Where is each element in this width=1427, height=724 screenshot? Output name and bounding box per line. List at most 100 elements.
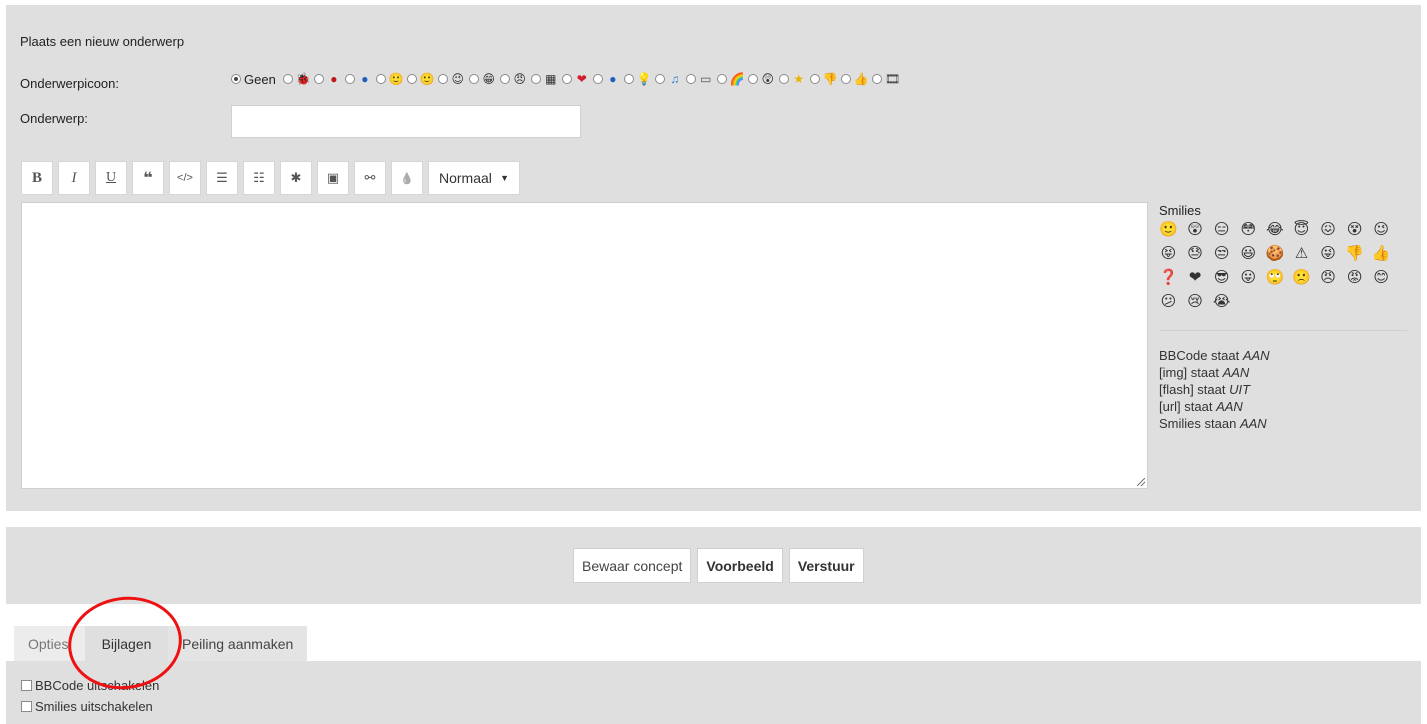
code-button[interactable]: </> [169,161,201,195]
color-button[interactable]: 💧 [391,161,423,195]
radio-button[interactable] [231,74,241,84]
radio-button[interactable] [592,74,603,84]
neutral-icon[interactable]: 😑 [1212,220,1231,239]
unamused-icon[interactable]: 😒 [1212,244,1231,263]
question-icon[interactable]: ❓ [1159,268,1178,287]
list-button[interactable]: ☰ [206,161,238,195]
topic-icon-option[interactable]: 😲 [747,72,775,86]
wink-icon[interactable]: 😉 [1372,220,1391,239]
radio-button[interactable] [685,74,696,84]
underline-button[interactable]: U [95,161,127,195]
grin-icon[interactable]: 😃 [1239,244,1258,263]
heart-icon[interactable]: ❤ [1186,268,1205,287]
radio-button[interactable] [778,74,789,84]
tab-attachments[interactable]: Bijlagen [85,626,168,661]
numbered-list-button[interactable]: ☷ [243,161,275,195]
blush-icon[interactable]: 😊 [1372,268,1391,287]
topic-icon-option[interactable]: 💡 [623,72,652,86]
radio-button[interactable] [344,74,355,84]
options-tabs: Opties Bijlagen Peiling aanmaken [14,626,308,661]
topic-icon-option[interactable]: 🌈 [716,72,745,86]
radio-button[interactable] [282,74,293,84]
submit-button[interactable]: Verstuur [788,548,864,583]
link-button[interactable]: ⚯ [354,161,386,195]
topic-icon-option[interactable]: ● [344,72,372,86]
radio-button[interactable] [499,74,510,84]
cool-icon[interactable]: 😎 [1212,268,1231,287]
save-draft-button[interactable]: Bewaar concept [573,548,692,583]
radio-button[interactable] [654,74,665,84]
font-size-select[interactable]: Normaal ▼ [428,161,520,195]
bold-button[interactable]: B [21,161,53,195]
topic-icon-option[interactable]: 😠 [499,72,527,86]
option-disable-smilies[interactable]: Smilies uitschakelen [21,699,153,714]
confounded-icon[interactable]: 😖 [1319,220,1338,239]
radio-button[interactable] [437,74,448,84]
surprised-icon[interactable]: 😲 [1186,220,1205,239]
warning-icon[interactable]: ⚠ [1292,244,1311,263]
topic-icon-option-none[interactable]: Geen [231,72,279,87]
confused-icon[interactable]: 😕 [1159,292,1178,311]
topic-icon-option[interactable]: ▭ [685,72,713,86]
angry-icon[interactable]: 😠 [1319,268,1338,287]
list-item-button[interactable]: ✱ [280,161,312,195]
crying-icon[interactable]: 😢 [1186,292,1205,311]
topic-icon-option[interactable]: 🐞 [282,72,311,86]
radio-button[interactable] [747,74,758,84]
option-disable-bbcode[interactable]: BBCode uitschakelen [21,678,159,693]
message-textarea[interactable] [21,202,1148,489]
topic-icon-option[interactable]: ★ [778,72,806,86]
rolling-eyes-icon[interactable]: 🙄 [1265,268,1285,287]
radio-button[interactable] [716,74,727,84]
sad-icon[interactable]: 🙁 [1292,268,1311,287]
checkbox[interactable] [21,680,32,691]
radio-button[interactable] [375,74,386,84]
checkbox[interactable] [21,701,32,712]
thumbs-down-icon[interactable]: 👎 [1345,244,1364,263]
radio-button[interactable] [809,74,820,84]
radio-button[interactable] [623,74,634,84]
topic-icon-option[interactable]: ❤ [561,72,589,86]
sweat-icon[interactable]: 😓 [1186,244,1205,263]
quote-button[interactable]: ❝ [132,161,164,195]
tab-options[interactable]: Opties [14,626,85,661]
subject-input[interactable] [231,105,581,138]
thumbs-up-icon[interactable]: 👍 [1372,244,1391,263]
topic-icon-option[interactable]: ● [313,72,341,86]
radio-button[interactable] [313,74,324,84]
radio-button[interactable] [871,74,882,84]
laughing-icon[interactable]: 😂 [1265,220,1284,239]
radio-button[interactable] [530,74,541,84]
troll-icon[interactable]: 😜 [1319,244,1338,263]
sobbing-icon[interactable]: 😭 [1212,292,1231,311]
cookie-icon[interactable]: 🍪 [1265,244,1285,263]
resize-handle[interactable] [1137,478,1145,486]
image-button[interactable]: ▣ [317,161,349,195]
topic-icon-option[interactable]: 😁 [468,72,496,86]
smile-icon[interactable]: 🙂 [1159,220,1178,239]
topic-icon-label: Onderwerpicoon: [20,76,119,91]
mad-icon[interactable]: 😡 [1345,268,1364,287]
dizzy-icon[interactable]: 😵 [1345,220,1364,239]
radio-button[interactable] [561,74,572,84]
topic-icon-option[interactable]: 🙂 [406,72,435,86]
topic-icon-option[interactable]: ● [592,72,620,86]
tongue-icon[interactable]: 😝 [1159,244,1178,263]
topic-icon-option[interactable]: 👍 [840,72,869,86]
italic-button[interactable]: I [58,161,90,195]
angel-icon[interactable]: 😇 [1292,220,1311,239]
topic-icon-option[interactable]: ▦ [530,72,558,86]
radio-button[interactable] [406,74,417,84]
radio-button[interactable] [468,74,479,84]
bug-icon: 🐞 [295,72,311,86]
tongue-out-icon[interactable]: 😛 [1239,268,1258,287]
tab-create-poll[interactable]: Peiling aanmaken [168,626,308,661]
topic-icon-option[interactable]: 🙂 [375,72,404,86]
topic-icon-option[interactable]: 👎 [809,72,838,86]
radio-button[interactable] [840,74,851,84]
topic-icon-option[interactable]: 🎞 [871,72,900,86]
topic-icon-option[interactable]: 😉 [437,72,465,86]
flushed-icon[interactable]: 😳 [1239,220,1258,239]
topic-icon-option[interactable]: ♫ [654,72,682,86]
preview-button[interactable]: Voorbeeld [697,548,783,583]
